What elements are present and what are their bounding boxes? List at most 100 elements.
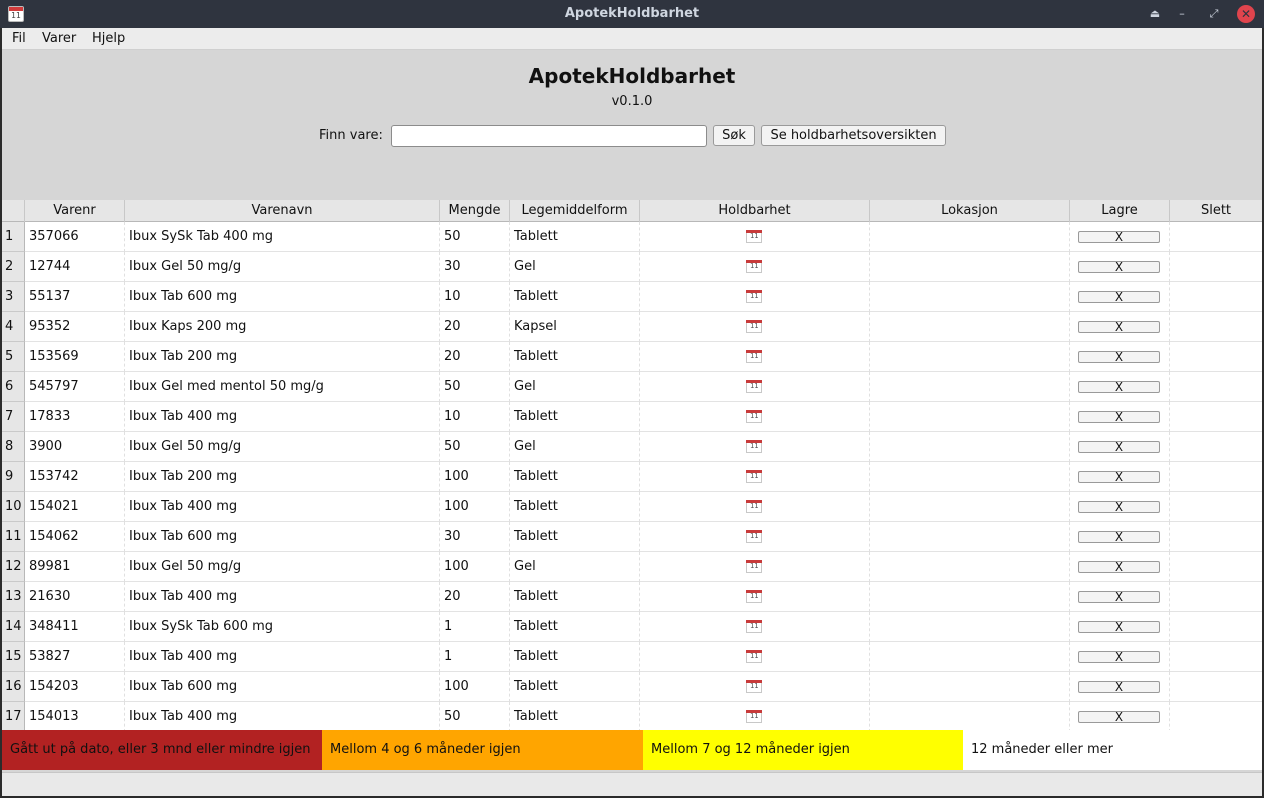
row-number[interactable]: 2 <box>2 252 25 282</box>
cell-varenavn[interactable]: Ibux Tab 200 mg <box>125 342 440 372</box>
cell-mengde[interactable]: 100 <box>440 552 510 582</box>
calendar-icon[interactable] <box>746 710 762 723</box>
cell-legemiddelform[interactable]: Tablett <box>510 462 640 492</box>
cell-holdbarhet[interactable] <box>640 522 870 552</box>
cell-slett[interactable] <box>1170 672 1262 702</box>
cell-varenavn[interactable]: Ibux Tab 400 mg <box>125 402 440 432</box>
cell-lokasjon[interactable] <box>870 492 1070 522</box>
cell-holdbarhet[interactable] <box>640 672 870 702</box>
table-row[interactable]: 14348411Ibux SySk Tab 600 mg1Tablett X <box>2 612 1262 642</box>
cell-lokasjon[interactable] <box>870 612 1070 642</box>
cell-lokasjon[interactable] <box>870 402 1070 432</box>
cell-lokasjon[interactable] <box>870 702 1070 730</box>
cell-legemiddelform[interactable]: Tablett <box>510 612 640 642</box>
cell-varenavn[interactable]: Ibux Gel 50 mg/g <box>125 252 440 282</box>
cell-mengde[interactable]: 50 <box>440 372 510 402</box>
cell-varenavn[interactable]: Ibux Kaps 200 mg <box>125 312 440 342</box>
calendar-icon[interactable] <box>746 410 762 423</box>
cell-legemiddelform[interactable]: Tablett <box>510 672 640 702</box>
cell-legemiddelform[interactable]: Gel <box>510 552 640 582</box>
save-button[interactable]: X <box>1078 321 1160 333</box>
cell-holdbarhet[interactable] <box>640 702 870 730</box>
table-row[interactable]: 1321630Ibux Tab 400 mg20Tablett X <box>2 582 1262 612</box>
calendar-icon[interactable] <box>746 230 762 243</box>
save-button[interactable]: X <box>1078 441 1160 453</box>
cell-slett[interactable] <box>1170 582 1262 612</box>
cell-lokasjon[interactable] <box>870 642 1070 672</box>
table-row[interactable]: 1357066Ibux SySk Tab 400 mg50Tablett X <box>2 222 1262 252</box>
cell-holdbarhet[interactable] <box>640 432 870 462</box>
cell-lokasjon[interactable] <box>870 462 1070 492</box>
cell-slett[interactable] <box>1170 432 1262 462</box>
calendar-icon[interactable] <box>746 650 762 663</box>
search-input[interactable] <box>391 125 707 147</box>
cell-lokasjon[interactable] <box>870 582 1070 612</box>
window-titlebar[interactable]: 11 ApotekHoldbarhet ⏏ – ⤢ ✕ <box>0 0 1264 28</box>
row-number[interactable]: 4 <box>2 312 25 342</box>
column-header-lagre[interactable]: Lagre <box>1070 200 1170 222</box>
cell-varenr[interactable]: 95352 <box>25 312 125 342</box>
cell-holdbarhet[interactable] <box>640 372 870 402</box>
calendar-icon[interactable] <box>746 260 762 273</box>
cell-varenr[interactable]: 53827 <box>25 642 125 672</box>
cell-mengde[interactable]: 20 <box>440 342 510 372</box>
table-row[interactable]: 1553827Ibux Tab 400 mg1Tablett X <box>2 642 1262 672</box>
cell-slett[interactable] <box>1170 282 1262 312</box>
cell-varenavn[interactable]: Ibux SySk Tab 400 mg <box>125 222 440 252</box>
cell-lokasjon[interactable] <box>870 552 1070 582</box>
row-number[interactable]: 11 <box>2 522 25 552</box>
cell-slett[interactable] <box>1170 462 1262 492</box>
save-button[interactable]: X <box>1078 561 1160 573</box>
cell-varenr[interactable]: 12744 <box>25 252 125 282</box>
cell-varenavn[interactable]: Ibux SySk Tab 600 mg <box>125 612 440 642</box>
calendar-icon[interactable] <box>746 470 762 483</box>
row-number[interactable]: 5 <box>2 342 25 372</box>
row-number[interactable]: 12 <box>2 552 25 582</box>
menu-fil[interactable]: Fil <box>12 31 26 46</box>
column-header-mengde[interactable]: Mengde <box>440 200 510 222</box>
row-number[interactable]: 7 <box>2 402 25 432</box>
expiry-overview-button[interactable]: Se holdbarhetsoversikten <box>761 125 946 146</box>
cell-varenr[interactable]: 153569 <box>25 342 125 372</box>
cell-varenr[interactable]: 154062 <box>25 522 125 552</box>
cell-slett[interactable] <box>1170 342 1262 372</box>
cell-holdbarhet[interactable] <box>640 342 870 372</box>
table-row[interactable]: 16154203Ibux Tab 600 mg100Tablett X <box>2 672 1262 702</box>
cell-slett[interactable] <box>1170 492 1262 522</box>
column-header-slett[interactable]: Slett <box>1170 200 1262 222</box>
cell-varenr[interactable]: 89981 <box>25 552 125 582</box>
cell-slett[interactable] <box>1170 642 1262 672</box>
save-button[interactable]: X <box>1078 381 1160 393</box>
cell-lokasjon[interactable] <box>870 282 1070 312</box>
save-button[interactable]: X <box>1078 261 1160 273</box>
cell-mengde[interactable]: 10 <box>440 282 510 312</box>
cell-legemiddelform[interactable]: Tablett <box>510 342 640 372</box>
row-number[interactable]: 16 <box>2 672 25 702</box>
cell-legemiddelform[interactable]: Tablett <box>510 642 640 672</box>
cell-holdbarhet[interactable] <box>640 222 870 252</box>
row-number[interactable]: 17 <box>2 702 25 730</box>
cell-mengde[interactable]: 50 <box>440 222 510 252</box>
cell-mengde[interactable]: 50 <box>440 702 510 730</box>
cell-holdbarhet[interactable] <box>640 582 870 612</box>
save-button[interactable]: X <box>1078 651 1160 663</box>
cell-varenavn[interactable]: Ibux Gel 50 mg/g <box>125 432 440 462</box>
table-row[interactable]: 17154013Ibux Tab 400 mg50Tablett X <box>2 702 1262 730</box>
table-row[interactable]: 11154062Ibux Tab 600 mg30Tablett X <box>2 522 1262 552</box>
table-row[interactable]: 717833Ibux Tab 400 mg10Tablett X <box>2 402 1262 432</box>
calendar-icon[interactable] <box>746 290 762 303</box>
cell-varenr[interactable]: 357066 <box>25 222 125 252</box>
column-header-lokasjon[interactable]: Lokasjon <box>870 200 1070 222</box>
menu-hjelp[interactable]: Hjelp <box>92 31 125 46</box>
cell-legemiddelform[interactable]: Kapsel <box>510 312 640 342</box>
table-row[interactable]: 6545797Ibux Gel med mentol 50 mg/g50Gel X <box>2 372 1262 402</box>
cell-varenr[interactable]: 21630 <box>25 582 125 612</box>
calendar-icon[interactable] <box>746 680 762 693</box>
table-row[interactable]: 1289981Ibux Gel 50 mg/g100Gel X <box>2 552 1262 582</box>
cell-holdbarhet[interactable] <box>640 312 870 342</box>
cell-slett[interactable] <box>1170 702 1262 730</box>
cell-mengde[interactable]: 10 <box>440 402 510 432</box>
cell-mengde[interactable]: 100 <box>440 672 510 702</box>
table-row[interactable]: 5153569Ibux Tab 200 mg20Tablett X <box>2 342 1262 372</box>
minimize-icon[interactable]: – <box>1173 5 1191 23</box>
